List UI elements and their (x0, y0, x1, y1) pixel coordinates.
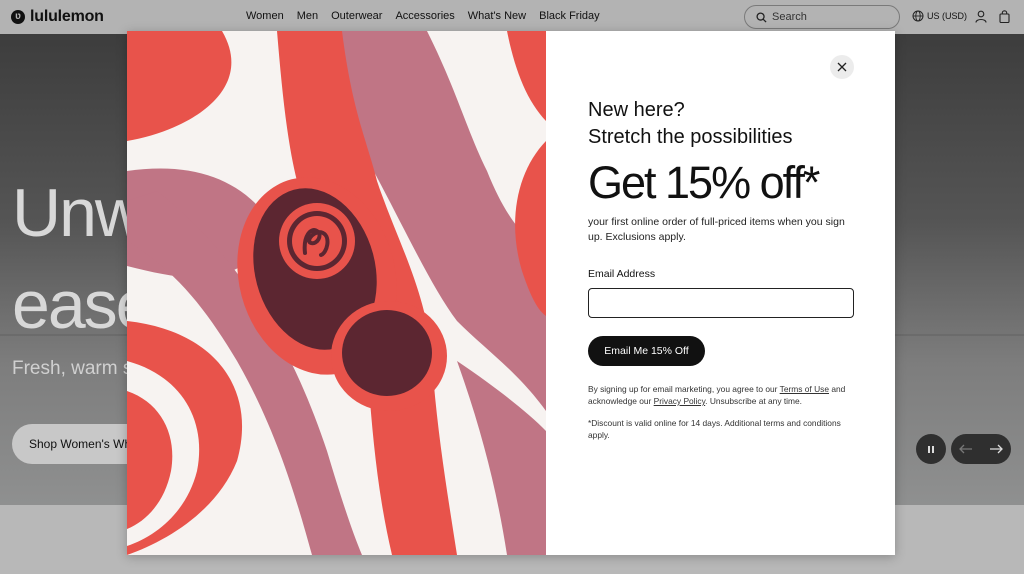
signup-modal: New here? Stretch the possibilities Get … (127, 31, 895, 555)
nav-item-women[interactable]: Women (246, 10, 284, 22)
search-input[interactable]: Search (744, 5, 900, 29)
site-header: ʋ lululemon Women Men Outerwear Accessor… (0, 0, 1024, 34)
lululemon-logo-icon: ʋ (11, 10, 25, 24)
nav-item-men[interactable]: Men (297, 10, 318, 22)
close-button[interactable] (830, 55, 854, 79)
arrow-right-icon[interactable] (989, 444, 1003, 454)
logo[interactable]: ʋ lululemon (11, 8, 104, 26)
nav-item-outerwear[interactable]: Outerwear (331, 10, 382, 22)
globe-icon (912, 10, 924, 22)
terms-link[interactable]: Terms of Use (780, 384, 829, 394)
logo-text: lululemon (30, 8, 104, 25)
region-label: US (USD) (927, 11, 967, 21)
pause-button[interactable] (916, 434, 946, 464)
legal-prefix: By signing up for email marketing, you a… (588, 384, 780, 394)
nav-item-accessories[interactable]: Accessories (395, 10, 454, 22)
offer-description: your first online order of full-priced i… (588, 216, 845, 243)
nav-item-black-friday[interactable]: Black Friday (539, 10, 600, 22)
promo-artwork (127, 31, 546, 555)
modal-heading-line1: New here? (588, 99, 685, 121)
discount-disclaimer: *Discount is valid online for 14 days. A… (588, 418, 841, 440)
hero-title-line1: Unw (12, 175, 144, 251)
email-submit-button[interactable]: Email Me 15% Off (588, 336, 705, 366)
offer-title: Get 15% off* (588, 157, 820, 208)
region-selector[interactable]: US (USD) (912, 10, 967, 22)
nav-item-whats-new[interactable]: What's New (468, 10, 526, 22)
pause-icon (928, 445, 934, 453)
bag-icon[interactable] (999, 10, 1010, 23)
modal-heading-line2: Stretch the possibilities (588, 126, 793, 148)
search-placeholder: Search (772, 11, 807, 23)
email-field[interactable] (588, 288, 854, 318)
hero-subtitle: Fresh, warm s (12, 358, 133, 379)
close-icon (837, 62, 847, 72)
main-nav: Women Men Outerwear Accessories What's N… (246, 10, 600, 22)
arrow-left-icon[interactable] (959, 444, 973, 454)
legal-text: By signing up for email marketing, you a… (588, 383, 854, 407)
legal-suffix: . Unsubscribe at any time. (705, 396, 802, 406)
carousel-arrows (951, 434, 1011, 464)
modal-heading: New here? Stretch the possibilities (588, 97, 868, 151)
email-label: Email Address (588, 268, 656, 280)
user-icon[interactable] (975, 10, 987, 23)
privacy-link[interactable]: Privacy Policy (654, 396, 706, 406)
search-icon (756, 11, 767, 23)
